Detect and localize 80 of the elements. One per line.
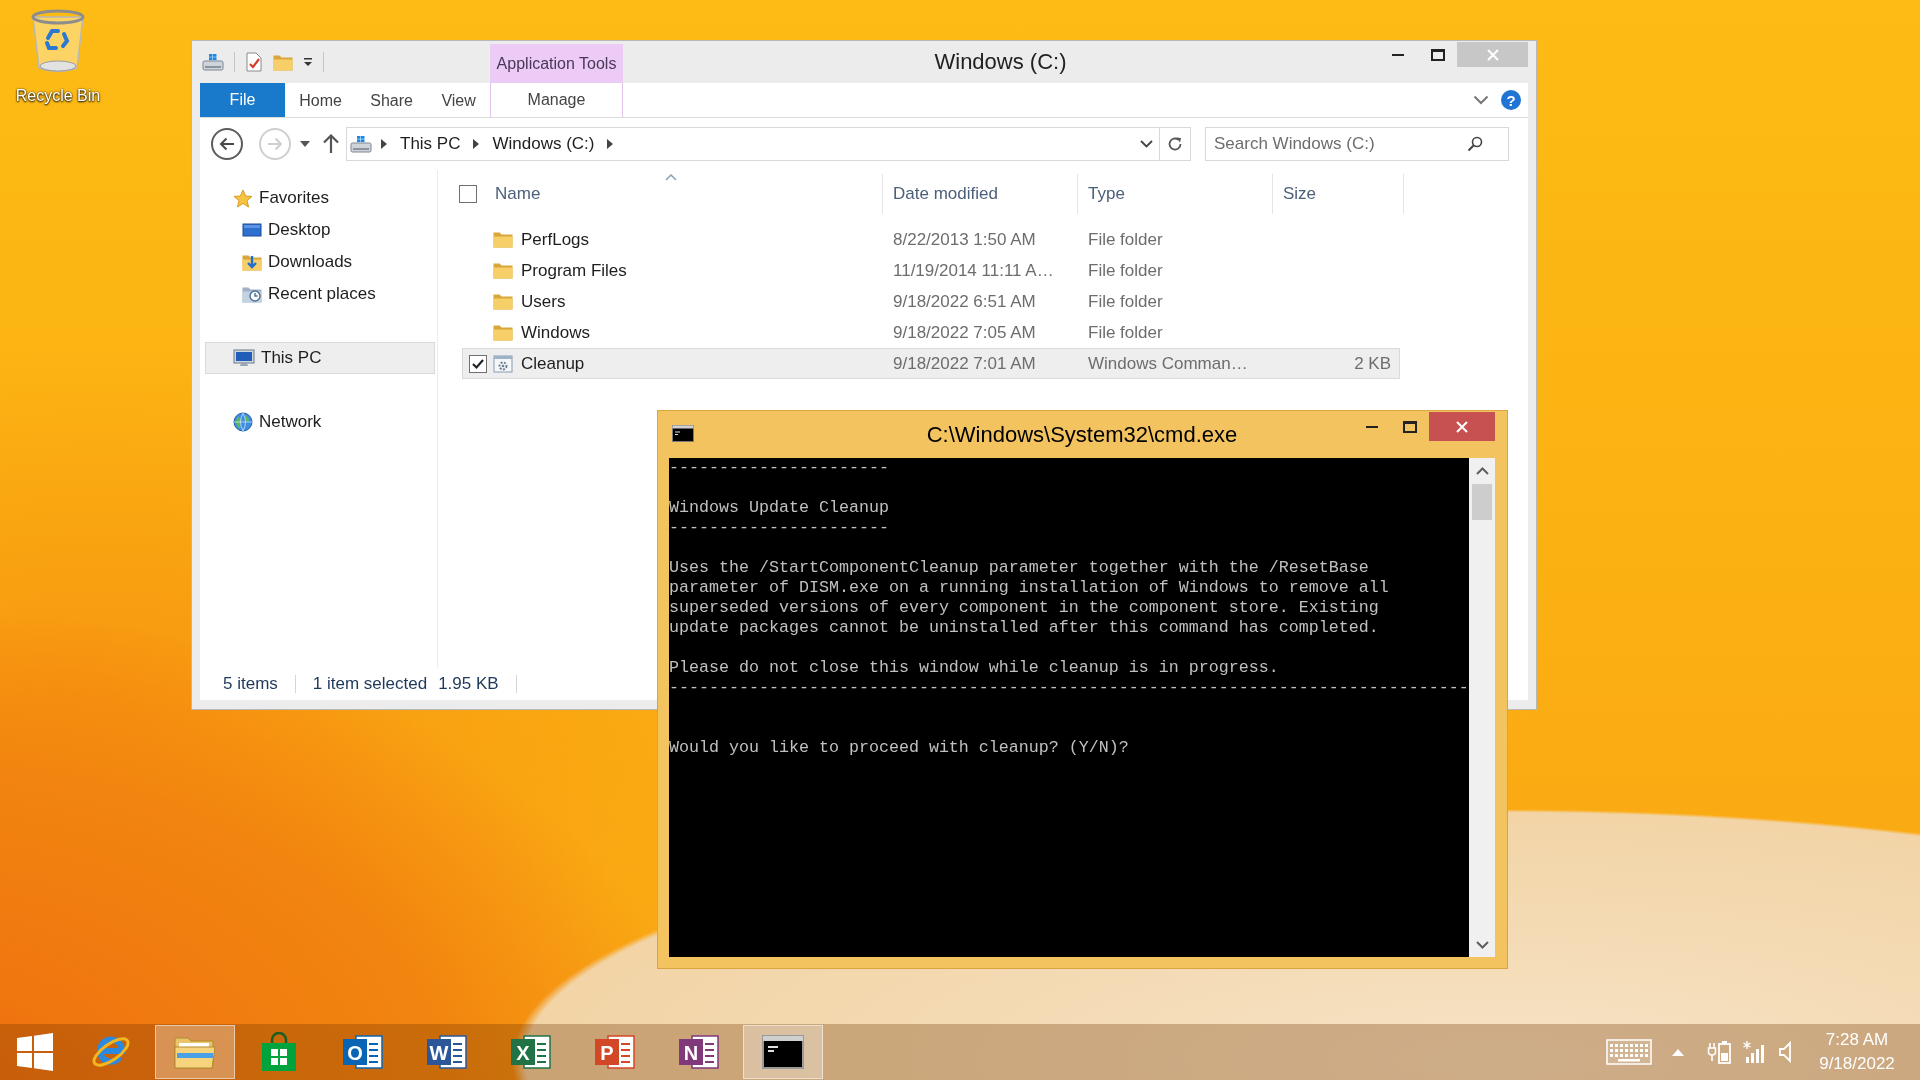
type-cell: Windows Comman…	[1088, 353, 1248, 373]
gear-window-icon	[493, 354, 513, 373]
globe-icon	[233, 412, 253, 432]
window-title: C:\Windows\System32\cmd.exe	[926, 421, 1238, 448]
caret-right-icon[interactable]	[472, 139, 481, 149]
selection-size: 1.95 KB	[438, 674, 499, 694]
folder-arrow-icon	[242, 253, 262, 271]
caret-down-icon	[1475, 940, 1489, 949]
maximize-icon	[1403, 420, 1417, 433]
folder-icon	[493, 231, 513, 248]
size-cell: 2 KB	[1354, 353, 1391, 373]
caret-up-icon	[1475, 466, 1489, 475]
breadcrumb-item[interactable]: Windows (C:)	[488, 131, 599, 157]
taskbar-button[interactable]: P	[575, 1025, 655, 1079]
date-cell: 9/18/2022 7:01 AM	[893, 353, 1036, 373]
nav-item[interactable]: Downloads	[205, 246, 435, 278]
window-panes-icon	[15, 1032, 55, 1072]
scrollbar[interactable]	[1469, 458, 1495, 957]
console-prompt: Would you like to proceed with cleanup? (Y/N)?	[669, 738, 1129, 758]
arrow-right-icon	[267, 137, 283, 151]
date-cell: 9/18/2022 6:51 AM	[893, 291, 1036, 311]
taskbar-button[interactable]: W	[407, 1025, 487, 1079]
item-count: 5 items	[223, 674, 278, 694]
arrow-left-icon	[219, 137, 235, 151]
maximize-icon	[1430, 48, 1445, 61]
terminal-icon[interactable]	[672, 425, 694, 442]
file-name[interactable]: Program Files	[521, 260, 627, 280]
console-text: --------------------------------------------------------------------------------	[669, 678, 1469, 698]
nav-item[interactable]: Network	[205, 406, 435, 438]
console-paragraph: Uses the /StartComponentCleanup parameter together with the /ResetBase parameter of DISM.exe on a running installation of Windows to remove all superseded versions of every component in the component store. Existing update packages cannot be uninstalled after this command has completed.	[669, 558, 1389, 638]
date-cell: 8/22/2013 1:50 AM	[893, 229, 1036, 249]
nav-item[interactable]: Favorites	[205, 182, 435, 214]
close-icon	[1486, 48, 1499, 61]
minimize-icon	[1392, 53, 1404, 56]
window-title: Windows (C:)	[934, 49, 1067, 75]
console-text: Please do not close this window while cleanup is in progress.	[669, 658, 1279, 678]
nav-item[interactable]: Desktop	[205, 214, 435, 246]
tool-group-header: Application Tools	[490, 44, 623, 83]
taskbar-button[interactable]: X	[491, 1025, 571, 1079]
scrollbar-thumb[interactable]	[1472, 484, 1492, 520]
star-icon	[233, 188, 253, 208]
chevron-down-icon[interactable]	[1140, 140, 1153, 148]
type-cell: File folder	[1088, 291, 1163, 311]
date-cell: 11/19/2014 11:11 A…	[893, 260, 1054, 280]
folder-icon	[493, 324, 513, 341]
clock-time: 7:28 AM	[1825, 1029, 1889, 1051]
folder-icon	[493, 293, 513, 310]
type-cell: File folder	[1088, 260, 1163, 280]
minimize-icon	[1366, 425, 1378, 428]
close-button[interactable]	[1429, 412, 1495, 441]
file-name[interactable]: PerfLogs	[521, 229, 590, 249]
type-cell: File folder	[1088, 229, 1163, 249]
shopping-bag-icon	[260, 1032, 298, 1072]
breadcrumb-item[interactable]: This PC	[396, 131, 465, 157]
taskbar-button[interactable]: N	[659, 1025, 739, 1079]
taskbar-button[interactable]	[743, 1025, 823, 1079]
close-icon	[1456, 420, 1468, 433]
console-text: ----------------------	[669, 458, 889, 478]
screen-icon	[242, 222, 262, 238]
nav-item[interactable]: Recent places	[205, 278, 435, 310]
caret-right-icon[interactable]	[380, 139, 388, 149]
console-text: Windows Update Cleanup	[669, 498, 889, 518]
file-name[interactable]: Users	[521, 291, 566, 311]
selection-count: 1 item selected	[312, 674, 428, 694]
type-cell: File folder	[1088, 322, 1163, 342]
folder-clock-icon	[242, 285, 262, 303]
folder-icon	[493, 262, 513, 279]
file-name[interactable]: Cleanup	[521, 353, 585, 373]
refresh-icon	[1167, 136, 1183, 152]
terminal-icon	[762, 1035, 804, 1069]
drive-icon	[350, 135, 372, 153]
taskbar-button[interactable]: O	[323, 1025, 403, 1079]
nav-item[interactable]: This PC	[205, 342, 435, 374]
clock-date: 9/18/2022	[1819, 1053, 1895, 1075]
caret-right-icon[interactable]	[606, 139, 615, 149]
date-cell: 9/18/2022 7:05 AM	[893, 322, 1036, 342]
computer-icon	[233, 349, 255, 367]
checkbox-icon[interactable]	[469, 354, 487, 373]
file-name[interactable]: Windows	[521, 322, 590, 342]
console-text: ----------------------	[669, 518, 889, 538]
